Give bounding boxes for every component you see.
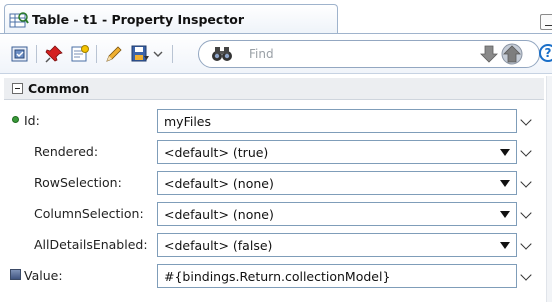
id-field[interactable]: myFiles (157, 109, 517, 133)
dropdown-arrow-icon[interactable] (500, 211, 510, 218)
toolbar-separator (36, 45, 37, 63)
section-header-common[interactable]: Common (4, 78, 544, 100)
property-label: AllDetailsEnabled: (34, 237, 148, 252)
search-down-arrow-icon[interactable] (479, 44, 499, 64)
chevron-down-icon[interactable] (520, 145, 532, 157)
columnselection-value: <default> (none) (164, 207, 274, 222)
property-row-rowselection: RowSelection: <default> (none) (4, 169, 544, 195)
property-row-alldetailsenabled: AllDetailsEnabled: <default> (false) (4, 231, 544, 257)
property-label: Rendered: (34, 144, 99, 159)
alldetailsenabled-select[interactable]: <default> (false) (157, 233, 517, 257)
search-field[interactable]: Find (198, 40, 540, 68)
dropdown-arrow-icon[interactable] (500, 149, 510, 156)
toolbar-separator (172, 45, 173, 63)
dropdown-arrow-icon[interactable] (500, 180, 510, 187)
alldetailsenabled-value: <default> (false) (164, 238, 273, 253)
rendered-select[interactable]: <default> (true) (157, 140, 517, 164)
chevron-down-icon[interactable] (153, 48, 163, 58)
property-row-columnselection: ColumnSelection: <default> (none) (4, 200, 544, 226)
columnselection-select[interactable]: <default> (none) (157, 202, 517, 226)
chevron-down-icon[interactable] (520, 269, 532, 281)
property-row-rendered: Rendered: <default> (true) (4, 138, 544, 164)
property-row-id: Id: myFiles (4, 107, 544, 133)
property-row-value: Value: #{bindings.Return.collectionModel… (4, 262, 544, 288)
toolbar: Find (0, 34, 552, 74)
id-value[interactable]: myFiles (164, 114, 211, 129)
value-field[interactable]: #{bindings.Return.collectionModel} (157, 264, 517, 288)
bind-to-data-icon[interactable] (10, 44, 30, 64)
help-icon[interactable]: ? (539, 44, 552, 62)
rowselection-select[interactable]: <default> (none) (157, 171, 517, 195)
save-icon[interactable] (130, 44, 150, 64)
property-label: Id: (24, 113, 40, 128)
property-inspector-icon (9, 11, 29, 29)
binoculars-icon[interactable] (211, 44, 232, 64)
window-title: Table - t1 - Property Inspector (32, 12, 245, 27)
chevron-down-icon[interactable] (520, 238, 532, 250)
section-title: Common (28, 81, 90, 96)
collapse-icon[interactable] (12, 83, 23, 94)
property-label: RowSelection: (34, 175, 122, 190)
chevron-down-icon[interactable] (520, 207, 532, 219)
pencil-icon[interactable] (104, 44, 124, 64)
dropdown-arrow-icon[interactable] (500, 242, 510, 249)
binding-icon (10, 269, 21, 280)
edit-component-icon[interactable] (70, 44, 90, 64)
property-label: ColumnSelection: (34, 206, 144, 221)
property-inspector-tab[interactable]: Table - t1 - Property Inspector (4, 4, 338, 34)
vertical-scrollbar[interactable] (546, 76, 552, 302)
pin-icon[interactable] (44, 44, 64, 64)
chevron-down-icon[interactable] (520, 114, 532, 126)
search-up-arrow-icon[interactable] (501, 43, 523, 65)
title-tab-strip: Table - t1 - Property Inspector (0, 0, 552, 34)
minimize-button[interactable] (540, 14, 552, 30)
property-panel: Common Id: myFiles Rendered: <default> (… (0, 76, 552, 302)
value-expression[interactable]: #{bindings.Return.collectionModel} (164, 269, 390, 284)
chevron-down-icon[interactable] (520, 176, 532, 188)
property-label: Value: (24, 268, 63, 283)
search-input[interactable]: Find (249, 47, 274, 61)
rendered-value: <default> (true) (164, 145, 269, 160)
required-indicator-icon (12, 116, 19, 123)
toolbar-separator (96, 45, 97, 63)
rowselection-value: <default> (none) (164, 176, 274, 191)
